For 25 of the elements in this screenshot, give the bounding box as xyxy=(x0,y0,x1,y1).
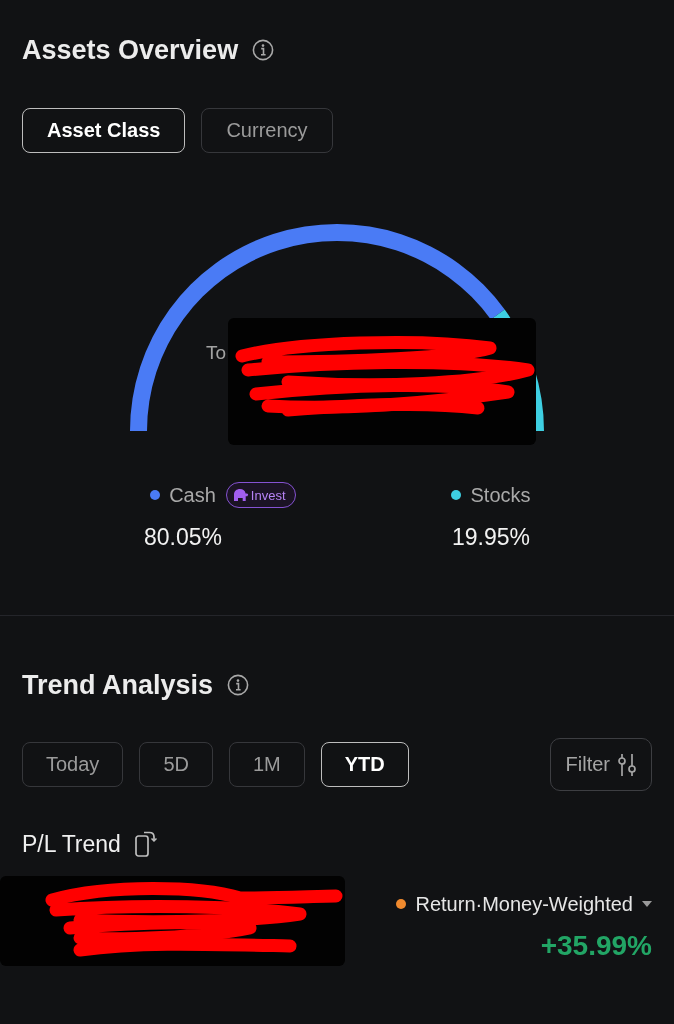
legend-label: Stocks xyxy=(470,483,531,507)
invest-badge[interactable]: Invest xyxy=(225,482,296,508)
return-value: +35.99% xyxy=(540,929,652,963)
period-tab[interactable]: Today xyxy=(22,742,124,787)
series-dot xyxy=(396,899,407,909)
legend-label: Cash xyxy=(169,483,216,507)
section-title: Assets Overview xyxy=(22,34,239,67)
total-label: To xyxy=(206,341,227,365)
sliders-icon xyxy=(618,752,636,777)
filter-button[interactable]: Filter xyxy=(549,738,652,791)
metric-dropdown-label[interactable]: Return·Money-Weighted xyxy=(415,892,633,916)
allocation-percent: 80.05% xyxy=(144,523,222,551)
segment-tab[interactable]: Currency xyxy=(201,108,333,153)
section-title: Trend Analysis xyxy=(22,669,214,702)
segment-tab[interactable]: Asset Class xyxy=(22,108,186,153)
elephant-icon xyxy=(232,488,249,502)
caret-down-icon[interactable] xyxy=(642,901,652,907)
info-icon[interactable] xyxy=(227,674,250,696)
period-tab[interactable]: YTD xyxy=(320,742,409,787)
allocation-percent: 19.95% xyxy=(452,523,530,551)
info-icon[interactable] xyxy=(252,39,275,61)
chart-title: P/L Trend xyxy=(22,830,121,859)
period-tab[interactable]: 5D xyxy=(139,742,213,787)
period-tab[interactable]: 1M xyxy=(228,742,305,787)
phone-rotate-icon[interactable] xyxy=(134,831,157,857)
